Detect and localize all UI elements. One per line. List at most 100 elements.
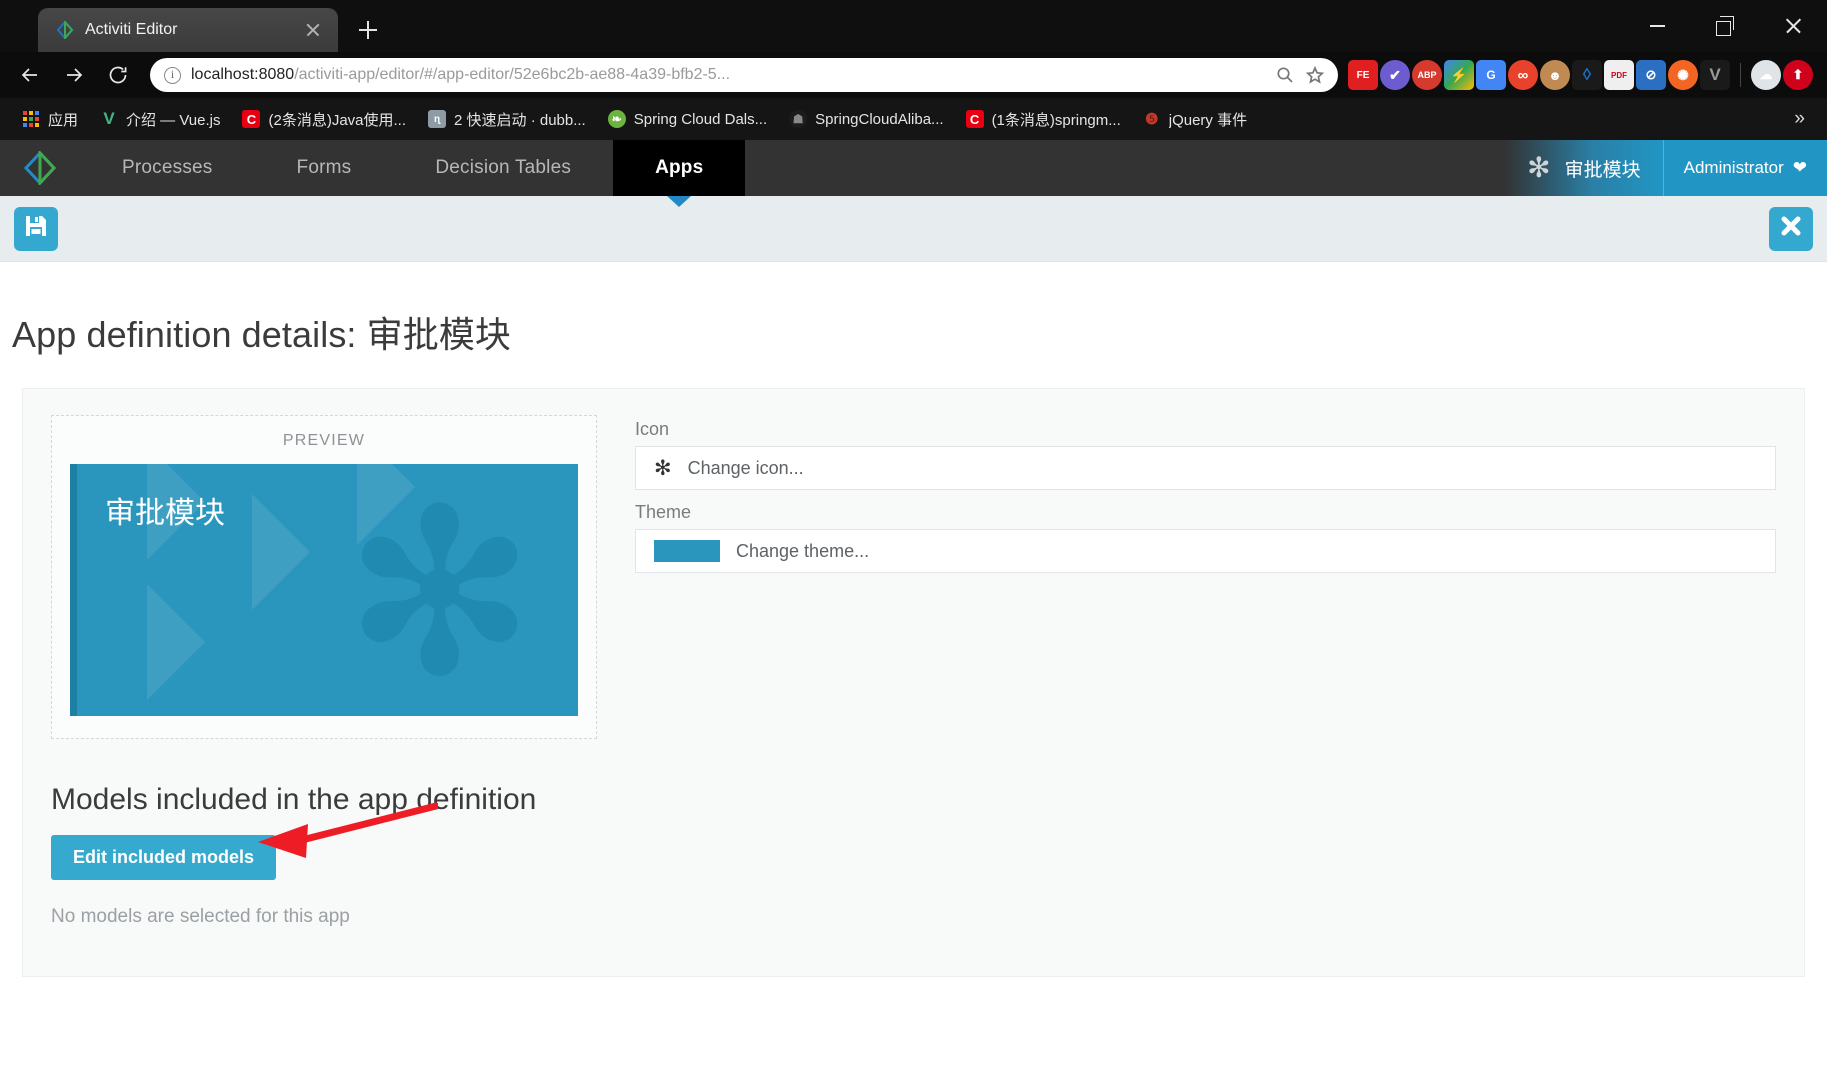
bookmark-item[interactable]: C (1条消息)springm... xyxy=(956,105,1131,134)
app-navbar: Processes Forms Decision Tables Apps ✻ 审… xyxy=(0,140,1827,196)
models-empty-text: No models are selected for this app xyxy=(51,906,350,927)
bookmark-label: SpringCloudAliba... xyxy=(815,110,944,128)
bookmark-item[interactable]: ☗ SpringCloudAliba... xyxy=(779,106,953,132)
activiti-logo-icon[interactable] xyxy=(0,140,80,196)
app-nav-right: ✻ 审批模块 Administrator ❤ xyxy=(1505,140,1827,196)
panel-top-row: PREVIEW ✻ 审批模块 Icon ✻ Change icon... The… xyxy=(51,415,1776,739)
upload-extension-icon[interactable]: ⬆ xyxy=(1783,60,1813,90)
fe-extension-icon[interactable]: FE xyxy=(1348,60,1378,90)
tab-close-icon[interactable] xyxy=(302,19,324,41)
bookmark-item[interactable]: V 介绍 — Vue.js xyxy=(90,105,230,134)
bookmark-item[interactable]: ɳ 2 快速启动 · dubb... xyxy=(418,105,596,134)
save-floppy-icon xyxy=(23,213,49,244)
csdn-icon: C xyxy=(242,110,261,128)
chevron-decoration xyxy=(147,584,205,700)
edit-included-models-button[interactable]: Edit included models xyxy=(51,835,277,880)
bookmark-label: (1条消息)springm... xyxy=(991,111,1121,129)
app-preview-tile: ✻ 审批模块 xyxy=(70,464,578,716)
forward-button[interactable] xyxy=(52,57,96,93)
browser-window: Activiti Editor localhost:8080/activiti-… xyxy=(0,0,1827,140)
apps-grid-icon xyxy=(22,111,40,127)
change-theme-field[interactable]: Change theme... xyxy=(635,529,1776,573)
app-nav-tabs: Processes Forms Decision Tables Apps xyxy=(80,140,746,196)
tab-label: Processes xyxy=(122,157,213,178)
bookmark-label: 介绍 — Vue.js xyxy=(126,111,221,129)
search-icon[interactable] xyxy=(1270,60,1300,90)
app-preview: PREVIEW ✻ 审批模块 xyxy=(51,415,597,739)
bookmark-label: Spring Cloud Dals... xyxy=(633,110,768,128)
icon-field-label: Icon xyxy=(635,419,670,439)
weather-extension-icon[interactable]: ☁ xyxy=(1751,60,1781,90)
vuejs-icon: V xyxy=(103,109,115,128)
spring-icon: ❧ xyxy=(607,110,626,128)
github-icon: ☗ xyxy=(789,110,808,128)
bookmarks-overflow-button[interactable]: » xyxy=(1784,108,1815,130)
editor-toolbar xyxy=(0,196,1827,262)
back-button[interactable] xyxy=(8,57,52,93)
url-path: /activiti-app/editor/#/app-editor/52e6bc… xyxy=(294,66,731,83)
adblock-plus-extension-icon[interactable]: ABP xyxy=(1412,60,1442,90)
change-theme-label: Change theme... xyxy=(736,540,870,561)
current-app-badge[interactable]: ✻ 审批模块 xyxy=(1505,140,1663,196)
infinity-extension-icon[interactable]: ∞ xyxy=(1508,60,1538,90)
bookmark-label: jQuery 事件 xyxy=(1168,111,1248,129)
check-circle-extension-icon[interactable]: ✔ xyxy=(1380,60,1410,90)
asterisk-icon: ✻ xyxy=(1527,152,1551,183)
minimize-icon[interactable] xyxy=(1623,0,1691,52)
tab-label: Apps xyxy=(655,157,704,178)
v-extension-icon[interactable]: V xyxy=(1700,60,1730,90)
bookmark-item[interactable]: ❧ Spring Cloud Dals... xyxy=(598,106,777,132)
address-bar[interactable]: localhost:8080/activiti-app/editor/#/app… xyxy=(150,58,1338,92)
tab-strip: Activiti Editor xyxy=(0,0,1623,52)
window-controls xyxy=(1623,0,1827,52)
user-menu-label: Administrator xyxy=(1683,158,1784,177)
bookmarks-bar: 应用 V 介绍 — Vue.js C (2条消息)Java使用... ɳ 2 快… xyxy=(0,98,1827,140)
bookmark-item[interactable]: 应用 xyxy=(12,105,88,134)
close-editor-button[interactable] xyxy=(1769,206,1813,251)
bookmark-label: 2 快速启动 · dubb... xyxy=(454,111,586,129)
bookmark-item[interactable]: C (2条消息)Java使用... xyxy=(232,105,416,134)
monkey-extension-icon[interactable]: ☻ xyxy=(1540,60,1570,90)
user-menu[interactable]: Administrator ❤ xyxy=(1662,140,1827,196)
preview-label: PREVIEW xyxy=(282,432,366,449)
block-extension-icon[interactable]: ⊘ xyxy=(1636,60,1666,90)
theme-field-label: Theme xyxy=(635,502,692,522)
leaf-extension-icon[interactable]: ◊ xyxy=(1572,60,1602,90)
tab-label: Forms xyxy=(296,157,352,178)
restore-icon[interactable] xyxy=(1691,0,1759,52)
save-button[interactable] xyxy=(14,206,58,251)
google-translate-extension-icon[interactable]: G xyxy=(1476,60,1506,90)
url-text: localhost:8080/activiti-app/editor/#/app… xyxy=(191,66,1270,84)
bookmark-item[interactable]: ❺ jQuery 事件 xyxy=(1133,105,1257,134)
page-title: App definition details: 审批模块 xyxy=(12,314,512,355)
extension-tray: FE ✔ ABP ⚡ G ∞ ☻ ◊ PDF ⊘ ✺ V ☁ ⬆ xyxy=(1348,60,1819,90)
app-definition-panel: PREVIEW ✻ 审批模块 Icon ✻ Change icon... The… xyxy=(22,388,1805,977)
current-app-label: 审批模块 xyxy=(1564,159,1641,181)
molecule-extension-icon[interactable]: ✺ xyxy=(1668,60,1698,90)
change-icon-label: Change icon... xyxy=(687,457,804,478)
tab-label: Decision Tables xyxy=(435,157,572,178)
change-icon-field[interactable]: ✻ Change icon... xyxy=(635,446,1776,490)
reload-button[interactable] xyxy=(96,57,140,93)
lightning-extension-icon[interactable]: ⚡ xyxy=(1444,60,1474,90)
bookmark-label: (2条消息)Java使用... xyxy=(268,111,407,129)
activiti-diamond-icon xyxy=(56,19,74,41)
toolbar-divider xyxy=(1740,63,1741,87)
info-circle-icon[interactable] xyxy=(164,66,181,84)
page-content: App definition details: 审批模块 PREVIEW ✻ 审… xyxy=(0,262,1827,977)
app-preview-name: 审批模块 xyxy=(105,497,225,530)
chevron-down-icon: ❤ xyxy=(1792,158,1807,177)
new-tab-button[interactable] xyxy=(348,10,388,50)
close-icon[interactable] xyxy=(1759,0,1827,52)
star-icon[interactable] xyxy=(1300,60,1330,90)
tab-apps[interactable]: Apps xyxy=(613,140,746,196)
red-arrow-annotation xyxy=(248,802,440,867)
theme-color-swatch xyxy=(654,540,720,562)
tab-forms[interactable]: Forms xyxy=(255,140,394,196)
pdfjs-extension-icon[interactable]: PDF xyxy=(1604,60,1634,90)
browser-tab-title: Activiti Editor xyxy=(85,21,178,38)
tab-decision-tables[interactable]: Decision Tables xyxy=(393,140,613,196)
browser-tab-active[interactable]: Activiti Editor xyxy=(38,8,338,52)
tab-processes[interactable]: Processes xyxy=(80,140,255,196)
browser-titlebar: Activiti Editor xyxy=(0,0,1827,52)
